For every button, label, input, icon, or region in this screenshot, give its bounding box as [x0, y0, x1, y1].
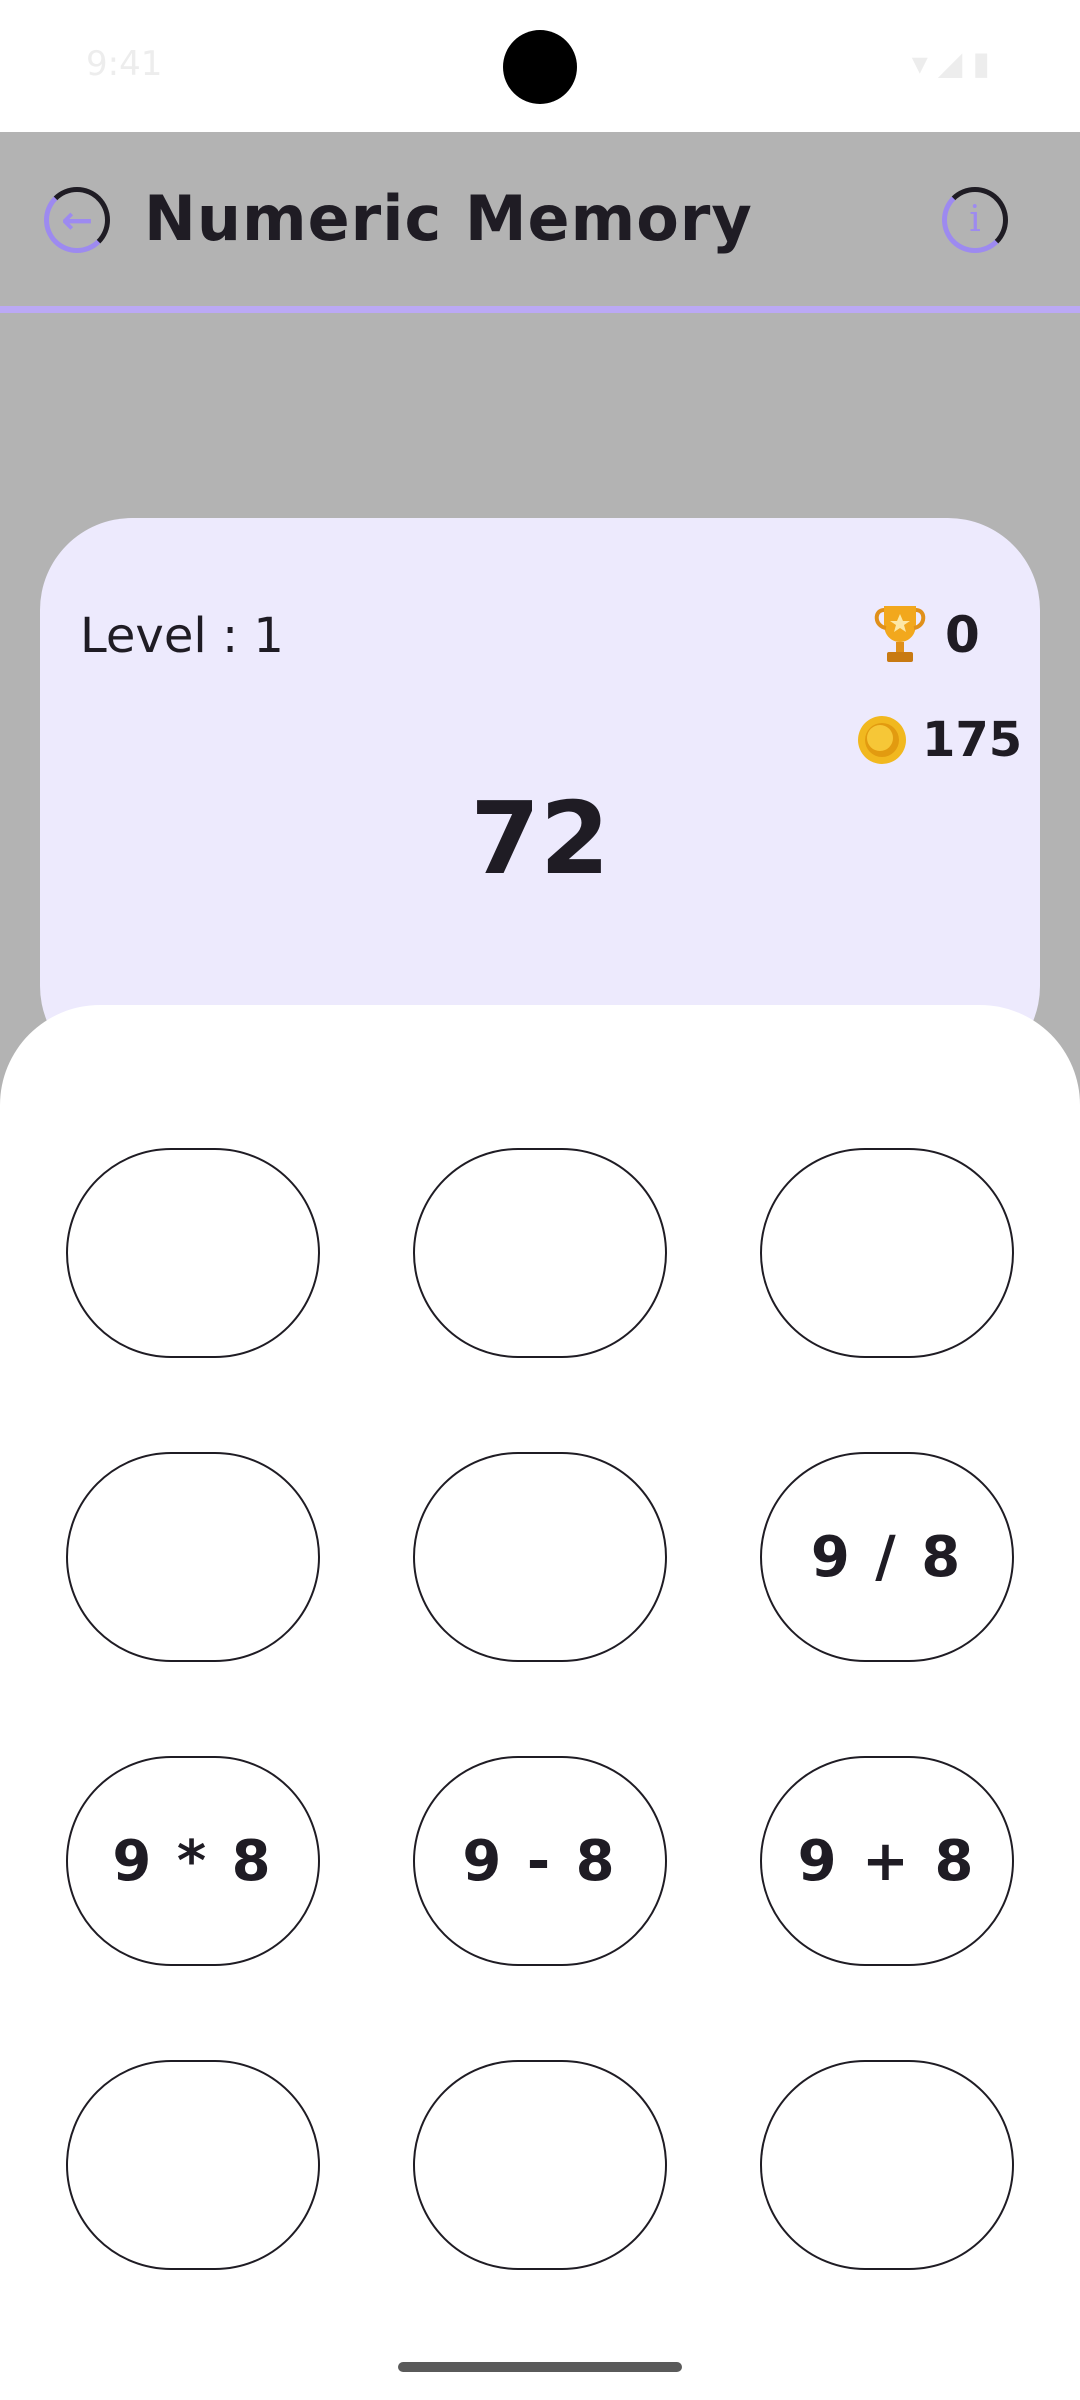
status-bar: 9:41 ▾◢▮ [0, 0, 1080, 132]
answer-tile[interactable]: 9 + 8 [760, 1756, 1014, 1966]
answer-tile[interactable] [413, 1148, 667, 1358]
back-button[interactable]: ← [44, 187, 110, 253]
answer-tile[interactable] [66, 2060, 320, 2270]
coin-count: 175 [922, 712, 1023, 768]
answer-tile[interactable]: 9 / 8 [760, 1452, 1014, 1662]
answer-tile[interactable] [66, 1148, 320, 1358]
status-time: 9:41 [86, 44, 163, 84]
answer-tile[interactable] [66, 1452, 320, 1662]
coin-icon [858, 716, 906, 764]
target-number: 72 [470, 780, 610, 897]
answer-tile[interactable] [760, 2060, 1014, 2270]
page-title: Numeric Memory [144, 182, 753, 255]
header-divider [0, 306, 1080, 313]
home-indicator[interactable] [398, 2362, 682, 2372]
info-button[interactable]: i [942, 187, 1008, 253]
game-card: Level : 1 0 175 72 [40, 518, 1040, 1078]
answer-tile[interactable]: 9 - 8 [413, 1756, 667, 1966]
answer-tile[interactable] [413, 1452, 667, 1662]
status-icons: ▾◢▮ [911, 44, 1000, 82]
answer-tile[interactable]: 9 * 8 [66, 1756, 320, 1966]
app-bar: ← Numeric Memory i [0, 132, 1080, 308]
answer-grid: 9 / 8 9 * 8 9 - 8 9 + 8 [66, 1148, 1014, 2270]
info-icon: i [969, 199, 981, 240]
trophy-icon [874, 606, 926, 662]
screen: 9:41 ▾◢▮ ← Numeric Memory i Level : 1 0 … [0, 0, 1080, 2400]
level-label: Level : 1 [80, 608, 284, 664]
answer-sheet: 9 / 8 9 * 8 9 - 8 9 + 8 [0, 1005, 1080, 2400]
answer-tile[interactable] [760, 1148, 1014, 1358]
camera-cutout [503, 30, 577, 104]
answer-tile[interactable] [413, 2060, 667, 2270]
trophy-count: 0 [945, 606, 980, 664]
arrow-left-icon: ← [61, 198, 93, 242]
